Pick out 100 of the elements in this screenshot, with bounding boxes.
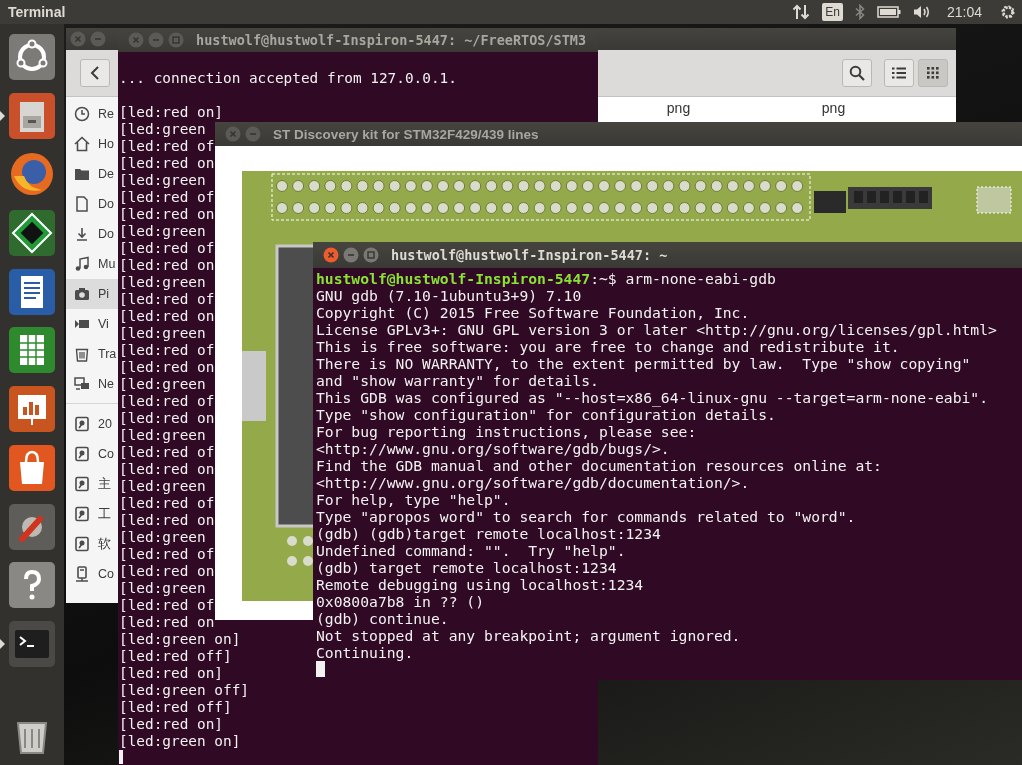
sidebar-item[interactable]: Vi	[66, 309, 118, 339]
clock[interactable]: 21:04	[946, 4, 982, 20]
terminal-line: <http://www.gnu.org/software/gdb/bugs/>.	[316, 440, 670, 457]
terminal-line: [led:green off]	[119, 682, 249, 699]
computer-icon	[74, 566, 90, 582]
help-icon[interactable]	[8, 561, 56, 610]
sidebar-item[interactable]: Do	[66, 219, 118, 249]
search-icon	[849, 65, 865, 81]
minimize-button[interactable]	[343, 247, 359, 263]
terminal-line: [led:red of	[119, 138, 215, 155]
camera-icon	[74, 286, 90, 302]
presentation-icon[interactable]	[8, 385, 56, 434]
sidebar-item[interactable]: 工	[66, 499, 118, 529]
terminal-line: Remote debugging using localhost:1234	[316, 576, 644, 593]
terminal-line: There is NO WARRANTY, to the extent permitted by law. Type "show copying"	[316, 355, 971, 372]
grid-view-button[interactable]	[918, 59, 948, 87]
sidebar-item[interactable]: Do	[66, 189, 118, 219]
terminal-line: [led:red off]	[119, 699, 232, 716]
gear-icon[interactable]	[1000, 4, 1016, 20]
terminal-line: [led:green	[119, 223, 206, 240]
terminal-line: [led:green	[119, 580, 206, 597]
volume-icon[interactable]	[912, 4, 931, 20]
terminal-line: ... connection accepted from 127.0.0.1.	[119, 70, 457, 87]
terminal-line: [led:red of	[119, 597, 215, 614]
music-note-icon	[74, 256, 90, 272]
document-icon	[74, 196, 90, 212]
bluetooth-icon[interactable]	[854, 4, 865, 20]
back-button[interactable]	[80, 59, 110, 87]
sidebar-item[interactable]: Pi	[66, 279, 118, 309]
search-button[interactable]	[842, 59, 872, 87]
terminal-line: License GPLv3+: GNU GPL version 3 or later <http://gnu.org/licenses/gpl.html>	[316, 321, 997, 338]
running-indicator-icon	[0, 638, 5, 649]
terminal-line: [led:red of	[119, 495, 215, 512]
drive-icon	[74, 536, 90, 552]
spreadsheet-icon[interactable]	[8, 326, 56, 375]
trash-icon	[74, 346, 90, 362]
sidebar-item[interactable]: Tra	[66, 339, 118, 369]
maximize-button[interactable]	[363, 247, 379, 263]
sidebar-item[interactable]: Co	[66, 559, 118, 589]
file-name[interactable]: png	[756, 97, 911, 116]
shopping-bag-icon[interactable]	[8, 443, 56, 492]
sidebar-item[interactable]: Ho	[66, 129, 118, 159]
document-icon[interactable]	[8, 267, 56, 316]
terminal-line: [led:red on	[119, 461, 215, 478]
terminal-line: [led:red on	[119, 614, 215, 631]
terminal-line: For bug reporting instructions, please see:	[316, 423, 697, 440]
sidebar-item[interactable]: 软	[66, 529, 118, 559]
terminal-line: [led:green	[119, 478, 206, 495]
terminal-line: [led:red of	[119, 189, 215, 206]
terminal-line: [led:green on]	[119, 733, 241, 750]
keyboard-layout-indicator[interactable]: En	[822, 3, 843, 21]
terminal-line: [led:green	[119, 427, 206, 444]
terminal-line: hustwolf@hustwolf-Inspiron-5447:~$ arm-none-eabi-gdb	[316, 270, 776, 287]
terminal-line: [led:red on	[119, 359, 215, 376]
network-transfer-icon[interactable]	[792, 4, 811, 20]
terminal-line: [led:red on	[119, 308, 215, 325]
terminal-line: For help, type "help".	[316, 491, 511, 508]
terminal-line: [led:green	[119, 325, 206, 342]
sidebar-item[interactable]: 主	[66, 469, 118, 499]
terminal-line: [led:red on]	[119, 716, 223, 733]
terminal-line: [led:red of	[119, 240, 215, 257]
terminal-line: This is free software: you are free to change and redistribute it.	[316, 338, 900, 355]
window-title: hustwolf@hustwolf-Inspiron-5447: ~/FreeRTOS/STM3	[196, 32, 587, 48]
terminal-line: [led:red on	[119, 410, 215, 427]
sidebar-item[interactable]: Mu	[66, 249, 118, 279]
terminal-line: [led:green	[119, 529, 206, 546]
clock-icon	[74, 106, 90, 122]
ground-pin-drawing	[976, 186, 1012, 214]
chevron-left-icon	[90, 66, 100, 80]
list-icon	[892, 67, 906, 79]
terminal-line: [led:red of	[119, 546, 215, 563]
terminal-line: [led:red on	[119, 155, 215, 172]
list-view-button[interactable]	[884, 59, 914, 87]
drive-icon	[74, 446, 90, 462]
terminal-line: [led:red of	[119, 291, 215, 308]
terminal-line: Type "show configuration" for configuration details.	[316, 406, 776, 423]
terminal-icon[interactable]	[8, 619, 56, 668]
drawer-icon[interactable]	[8, 91, 56, 140]
wrench-icon[interactable]	[8, 502, 56, 551]
terminal-line: 0x0800a7b8 in ?? ()	[316, 593, 484, 610]
download-icon	[74, 226, 90, 242]
terminal-line: [led:green	[119, 121, 206, 138]
sidebar-item[interactable]: De	[66, 159, 118, 189]
terminal-line: Copyright (C) 2015 Free Software Foundation, Inc.	[316, 304, 750, 321]
folder-icon	[74, 166, 90, 182]
app-menu-title[interactable]: Terminal	[8, 4, 66, 20]
sidebar-item[interactable]: Co	[66, 439, 118, 469]
drive-icon	[74, 506, 90, 522]
battery-icon[interactable]	[876, 6, 901, 18]
sidebar-item[interactable]: Ne	[66, 369, 118, 399]
sidebar-item[interactable]: Re	[66, 99, 118, 129]
text-cursor	[119, 750, 123, 764]
close-button[interactable]	[323, 247, 339, 263]
terminal-line: [led:green	[119, 274, 206, 291]
circle-logo-icon[interactable]	[8, 33, 56, 81]
file-name[interactable]: png	[601, 97, 756, 116]
terminal-line: Continuing.	[316, 644, 414, 661]
terminal-line: (gdb) (gdb)target remote localhost:1234	[316, 525, 661, 542]
terminal-line: [led:red on	[119, 257, 215, 274]
sidebar-item[interactable]: 20	[66, 409, 118, 439]
